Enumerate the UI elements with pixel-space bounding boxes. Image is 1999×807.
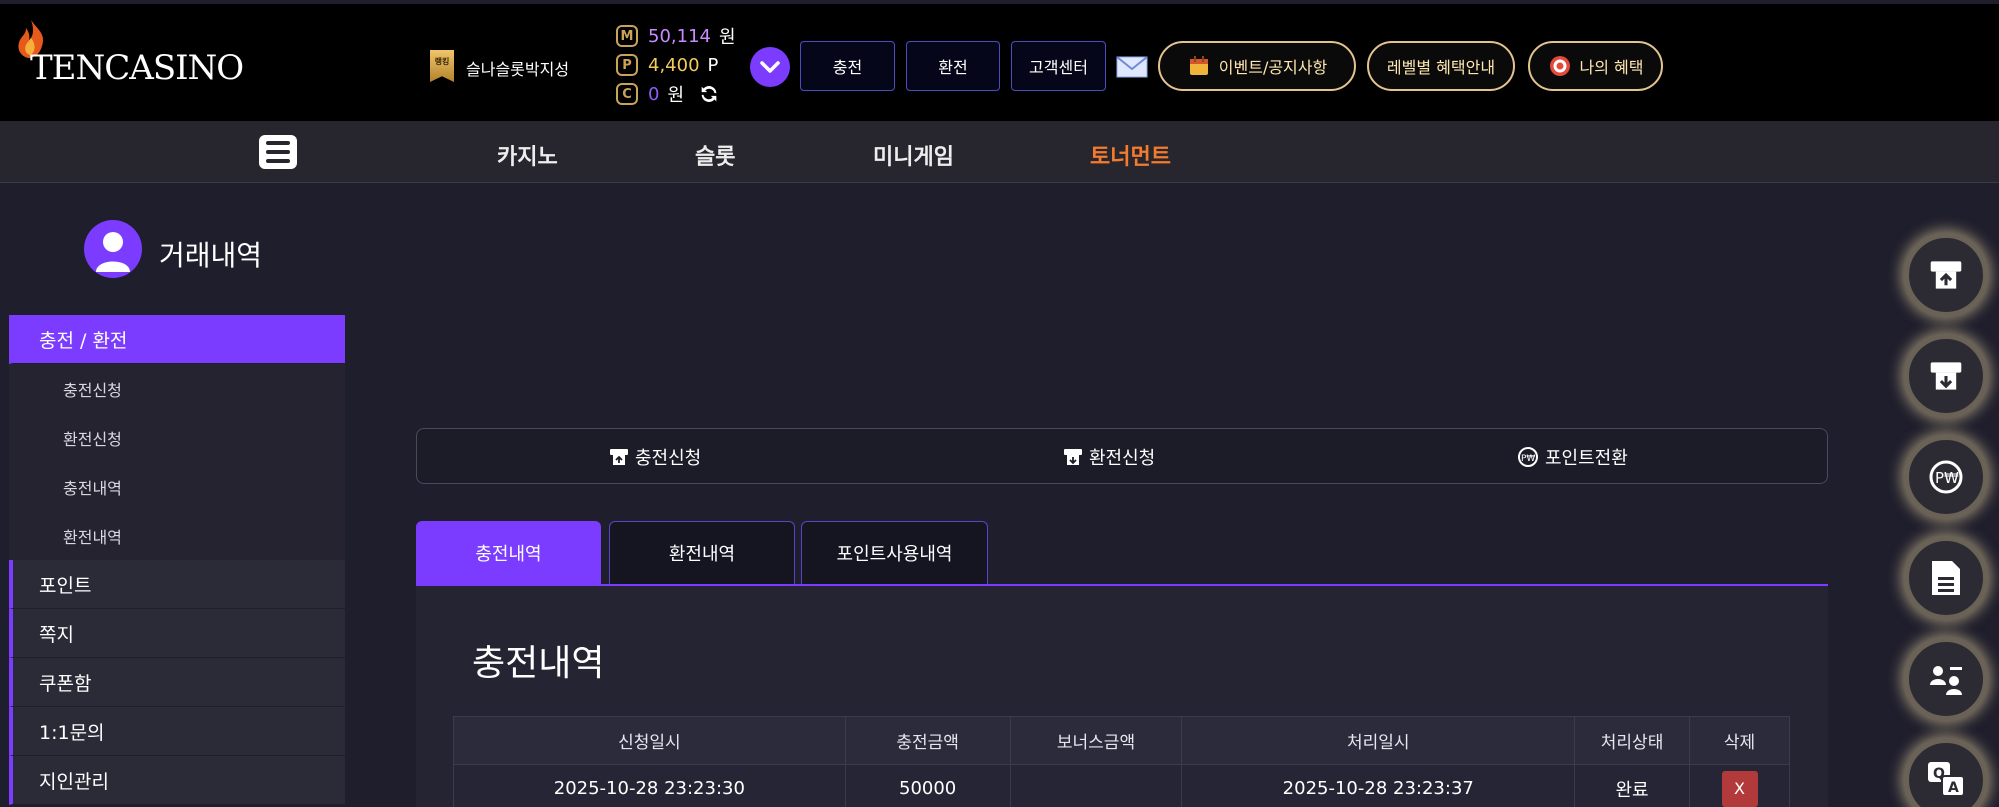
target-icon — [1549, 56, 1570, 76]
money-balance: M 50,114 원 — [616, 24, 736, 48]
point-value: 4,400 — [648, 54, 700, 76]
money-value: 50,114 — [648, 25, 711, 47]
svg-text:A: A — [1948, 780, 1959, 796]
tab-deposit-history[interactable]: 충전내역 — [416, 521, 601, 584]
atm-deposit-icon — [1930, 261, 1962, 289]
cell-amount: 50000 — [844, 764, 1011, 807]
top-header: TENCASINO 랭킹 슬나슬롯박지성 M 50,114 원 P 4,400 … — [0, 4, 1999, 121]
gift-calendar-icon — [1189, 56, 1208, 75]
sidebar-item-inquiry[interactable]: 1:1문의 — [9, 707, 345, 756]
float-qa-button[interactable]: Q A — [1904, 738, 1988, 807]
casino-value: 0 — [648, 83, 660, 105]
coin-m-icon: M — [616, 25, 638, 47]
quick-point-label: 포인트전환 — [1545, 448, 1628, 469]
quick-deposit-request[interactable]: 충전신청 — [609, 444, 701, 470]
cell-delete: X — [1689, 764, 1790, 807]
svg-text:P₩: P₩ — [1935, 469, 1959, 487]
col-bonus: 보너스금액 — [1009, 716, 1183, 765]
quick-deposit-label: 충전신청 — [635, 448, 702, 469]
user-transfer-icon — [1930, 666, 1962, 695]
customer-center-button[interactable]: 고객센터 — [1011, 41, 1106, 91]
point-convert-icon: P₩ — [1929, 460, 1963, 494]
float-document-button[interactable] — [1904, 536, 1988, 620]
float-point-convert-button[interactable]: P₩ — [1904, 435, 1988, 519]
quick-point-convert[interactable]: P₩ 포인트전환 — [1517, 444, 1628, 470]
atm-deposit-icon — [610, 449, 628, 465]
my-benefit-button[interactable]: 나의 혜택 — [1528, 41, 1663, 91]
deposit-button[interactable]: 충전 — [800, 41, 895, 91]
section-title: 충전내역 — [472, 643, 605, 684]
cell-status: 완료 — [1574, 764, 1691, 807]
transaction-history-title: 거래내역 — [159, 239, 263, 272]
casino-unit: 원 — [667, 85, 685, 106]
refresh-icon[interactable] — [698, 83, 720, 105]
main-nav: 카지노 슬롯 미니게임 토너먼트 — [0, 121, 1999, 183]
float-user-manage-button[interactable] — [1904, 637, 1988, 721]
table-header-row: 신청일시 충전금액 보너스금액 처리일시 처리상태 삭제 — [453, 716, 1790, 765]
quick-withdraw-label: 환전신청 — [1089, 448, 1156, 469]
sidebar-subitem-withdraw-request[interactable]: 환전신청 — [9, 413, 345, 462]
username: 슬나슬롯박지성 — [466, 60, 570, 79]
balance-dropdown-button[interactable] — [750, 47, 790, 87]
money-unit: 원 — [718, 27, 736, 48]
float-withdraw-button[interactable] — [1904, 334, 1988, 418]
profile-user-icon — [84, 220, 142, 278]
deposit-history-table: 신청일시 충전금액 보너스금액 처리일시 처리상태 삭제 2025-10-28 … — [453, 716, 1790, 807]
level-benefit-label: 레벨별 혜택안내 — [1386, 58, 1496, 77]
float-deposit-button[interactable] — [1904, 233, 1988, 317]
sidebar-item-point[interactable]: 포인트 — [9, 560, 345, 609]
sidebar-item-deposit-withdraw[interactable]: 충전 / 환전 — [9, 315, 345, 364]
brand-name: TENCASINO — [30, 48, 244, 88]
sidebar-subitem-withdraw-history[interactable]: 환전내역 — [9, 511, 345, 560]
tab-point-history[interactable]: 포인트사용내역 — [801, 521, 988, 584]
sidebar-item-coupon[interactable]: 쿠폰함 — [9, 658, 345, 707]
sidebar-subitem-deposit-history[interactable]: 충전내역 — [9, 462, 345, 511]
delete-button[interactable]: X — [1721, 770, 1758, 807]
history-panel: 충전내역 신청일시 충전금액 보너스금액 처리일시 처리상태 삭제 2025-1… — [416, 584, 1828, 807]
atm-withdraw-icon — [1930, 362, 1962, 390]
chevron-down-icon — [760, 61, 780, 73]
sidebar-item-message[interactable]: 쪽지 — [9, 609, 345, 658]
rank-badge-text: 랭킹 — [434, 57, 450, 66]
nav-slot[interactable]: 슬롯 — [695, 139, 735, 171]
col-amount: 충전금액 — [844, 716, 1011, 765]
qa-chat-icon: Q A — [1928, 762, 1965, 797]
point-convert-icon: P₩ — [1518, 447, 1538, 467]
point-balance: P 4,400 P — [616, 53, 718, 77]
rank-badge-icon: 랭킹 — [430, 50, 454, 82]
mail-icon[interactable] — [1116, 56, 1148, 78]
sidebar-item-friends[interactable]: 지인관리 — [9, 756, 345, 805]
withdraw-button[interactable]: 환전 — [906, 41, 1000, 91]
casino-balance: C 0 원 — [616, 82, 720, 106]
my-benefit-label: 나의 혜택 — [1579, 58, 1644, 77]
svg-text:P₩: P₩ — [1521, 454, 1535, 464]
sidebar-menu: 충전 / 환전 충전신청 환전신청 충전내역 환전내역 포인트 쪽지 쿠폰함 1… — [9, 315, 345, 805]
table-row: 2025-10-28 23:23:30 50000 2025-10-28 23:… — [453, 764, 1790, 807]
nav-casino[interactable]: 카지노 — [497, 139, 558, 171]
cell-processed: 2025-10-28 23:23:37 — [1181, 764, 1576, 807]
col-processed: 처리일시 — [1181, 716, 1576, 765]
tab-withdraw-history[interactable]: 환전내역 — [609, 521, 795, 584]
sidebar-subitem-deposit-request[interactable]: 충전신청 — [9, 364, 345, 413]
col-status: 처리상태 — [1574, 716, 1691, 765]
event-notice-button[interactable]: 이벤트/공지사항 — [1158, 41, 1356, 91]
document-list-icon — [1932, 561, 1960, 595]
nav-minigame[interactable]: 미니게임 — [873, 139, 954, 171]
hamburger-menu-icon[interactable] — [259, 135, 297, 169]
nav-tournament[interactable]: 토너먼트 — [1090, 139, 1171, 171]
site-logo[interactable]: TENCASINO — [10, 18, 250, 98]
atm-withdraw-icon — [1064, 449, 1082, 465]
quick-withdraw-request[interactable]: 환전신청 — [1063, 444, 1155, 470]
event-notice-label: 이벤트/공지사항 — [1218, 58, 1328, 77]
point-unit: P — [707, 54, 719, 76]
coin-p-icon: P — [616, 54, 638, 76]
quick-action-bar: 충전신청 환전신청 P₩ 포인트전환 — [416, 428, 1828, 484]
coin-c-icon: C — [616, 83, 638, 105]
cell-requested: 2025-10-28 23:23:30 — [453, 764, 846, 807]
cell-bonus — [1009, 764, 1183, 807]
col-delete: 삭제 — [1689, 716, 1790, 765]
level-benefit-button[interactable]: 레벨별 혜택안내 — [1367, 41, 1515, 91]
col-requested: 신청일시 — [453, 716, 846, 765]
